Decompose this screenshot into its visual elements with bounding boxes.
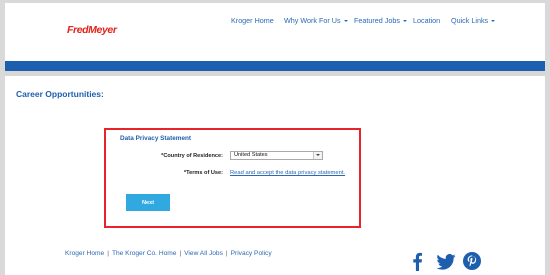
terms-label: *Terms of Use: bbox=[183, 170, 223, 176]
footer-separator: | bbox=[179, 250, 182, 257]
chevron-down-icon[interactable] bbox=[313, 152, 322, 159]
nav-quick-links[interactable]: Quick Links bbox=[451, 16, 496, 25]
footer-link-view-all-jobs[interactable]: View All Jobs bbox=[184, 250, 223, 257]
chevron-down-icon bbox=[491, 20, 496, 22]
country-label: *Country of Residence: bbox=[161, 153, 223, 159]
footer-link-privacy-policy[interactable]: Privacy Policy bbox=[231, 250, 272, 257]
pinterest-icon[interactable] bbox=[463, 252, 481, 270]
facebook-icon[interactable] bbox=[411, 252, 423, 271]
fred-meyer-logo[interactable]: FredMeyer bbox=[67, 24, 117, 36]
footer-separator: | bbox=[107, 250, 109, 257]
nav-location[interactable]: Location bbox=[413, 16, 440, 25]
nav-label: Kroger Home bbox=[231, 16, 274, 25]
footer-link-kroger-co-home[interactable]: The Kroger Co. Home bbox=[112, 250, 177, 257]
page-title: Career Opportunities: bbox=[16, 89, 104, 99]
nav-label: Featured Jobs bbox=[354, 16, 400, 25]
nav-why-work-for-us[interactable]: Why Work For Us bbox=[284, 16, 348, 25]
nav-kroger-home[interactable]: Kroger Home bbox=[231, 16, 274, 25]
header-accent-bar bbox=[5, 61, 545, 71]
header-divider bbox=[5, 71, 545, 76]
window-frame-right bbox=[545, 0, 550, 275]
chevron-down-icon bbox=[343, 20, 348, 22]
footer-separator: | bbox=[225, 250, 228, 257]
nav-label: Location bbox=[413, 16, 441, 25]
dialog-title: Data Privacy Statement bbox=[120, 135, 192, 142]
nav-featured-jobs[interactable]: Featured Jobs bbox=[354, 16, 407, 25]
footer-links: Kroger Home | The Kroger Co. Home | View All… bbox=[65, 250, 272, 257]
country-select[interactable]: United States bbox=[230, 151, 323, 160]
nav-label: Why Work For Us bbox=[284, 16, 341, 25]
twitter-icon[interactable] bbox=[436, 254, 456, 270]
nav-label: Quick Links bbox=[451, 16, 489, 25]
site-header: FredMeyer Kroger Home Why Work For Us Fe… bbox=[5, 3, 545, 61]
privacy-statement-link[interactable]: Read and accept the data privacy stateme… bbox=[230, 170, 345, 176]
country-select-value: United States bbox=[234, 152, 268, 158]
data-privacy-dialog: Data Privacy Statement *Country of Resid… bbox=[104, 128, 361, 228]
footer-link-kroger-home[interactable]: Kroger Home bbox=[65, 250, 104, 257]
next-button[interactable]: Next bbox=[126, 194, 170, 211]
chevron-down-icon bbox=[402, 20, 407, 22]
